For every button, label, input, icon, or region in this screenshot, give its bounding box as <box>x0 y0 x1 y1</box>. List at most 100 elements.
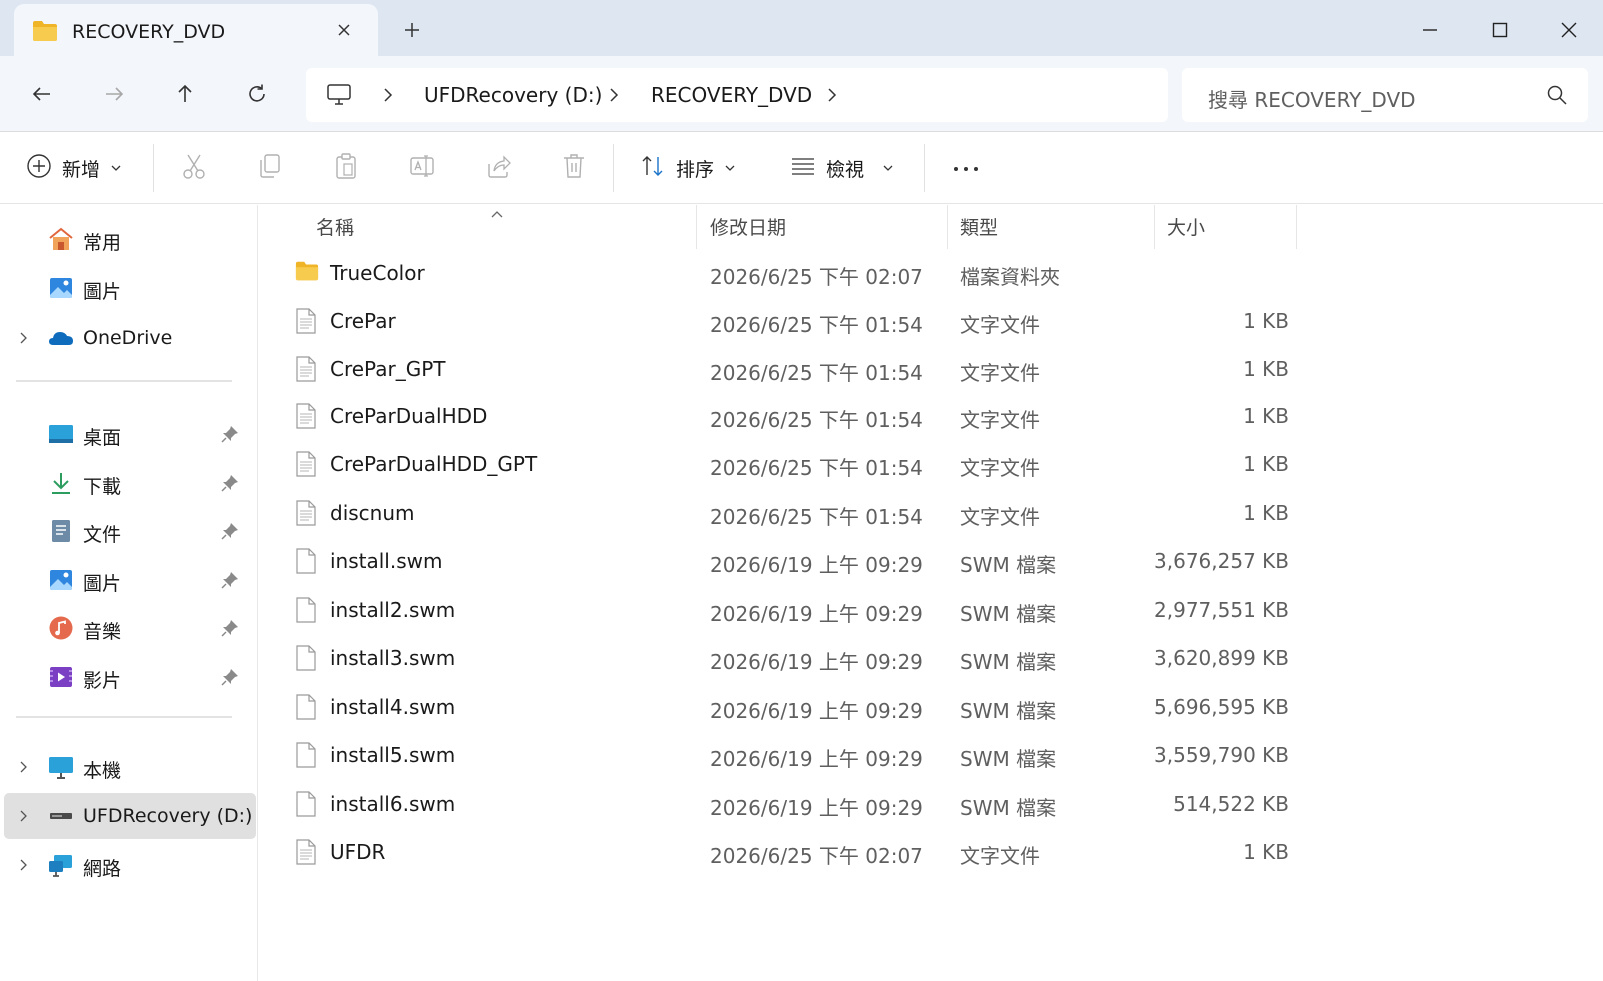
sidebar-item-network[interactable]: 網路 <box>0 842 256 888</box>
more-options-button[interactable] <box>952 150 980 186</box>
blank-file-icon <box>295 645 319 671</box>
chevron-right-icon[interactable] <box>18 329 30 347</box>
column-divider[interactable] <box>947 205 948 249</box>
minimize-icon[interactable] <box>1410 10 1450 50</box>
address-bar[interactable]: UFDRecovery (D:) RECOVERY_DVD <box>306 68 1168 122</box>
file-date: 2026/6/25 下午 01:54 <box>710 408 923 432</box>
file-row[interactable]: install2.swm 2026/6/19 上午 09:29 SWM 檔案 2,97… <box>259 586 1603 634</box>
sidebar-item-documents[interactable]: 文件 <box>0 508 256 554</box>
delete-button[interactable] <box>561 150 587 186</box>
sidebar-item-videos[interactable]: 影片 <box>0 654 256 700</box>
view-button[interactable]: 檢視 <box>790 150 894 186</box>
copy-button[interactable] <box>257 150 283 186</box>
rename-button[interactable] <box>409 150 435 186</box>
pin-icon[interactable] <box>220 618 240 638</box>
column-divider[interactable] <box>696 205 697 249</box>
chevron-right-icon[interactable] <box>18 758 30 776</box>
file-size: 1 KB <box>1243 840 1289 864</box>
sidebar-item-ufdrecovery-drive[interactable]: UFDRecovery (D:) <box>4 793 256 839</box>
blank-file-icon <box>295 597 319 623</box>
sidebar-item-desktop[interactable]: 桌面 <box>0 411 256 457</box>
file-date: 2026/6/25 下午 01:54 <box>710 456 923 480</box>
maximize-icon[interactable] <box>1480 10 1520 50</box>
pin-icon[interactable] <box>220 473 240 493</box>
back-arrow-icon[interactable] <box>24 76 60 112</box>
file-date: 2026/6/25 下午 01:54 <box>710 313 923 337</box>
computer-icon[interactable] <box>326 83 352 111</box>
sidebar-item-label: 文件 <box>83 524 122 546</box>
tab-recovery-dvd[interactable]: RECOVERY_DVD <box>14 4 378 56</box>
file-name: install5.swm <box>330 743 456 767</box>
file-date: 2026/6/25 下午 02:07 <box>710 265 923 289</box>
chevron-right-icon[interactable] <box>606 86 622 104</box>
file-type: 文字文件 <box>960 361 1040 385</box>
sidebar-item-label: 影片 <box>83 670 122 692</box>
column-divider[interactable] <box>1154 205 1155 249</box>
chevron-right-icon[interactable] <box>824 86 840 104</box>
column-header-date[interactable]: 修改日期 <box>710 213 786 240</box>
chevron-right-icon[interactable] <box>18 856 30 874</box>
column-header-type[interactable]: 類型 <box>960 213 998 240</box>
scissors-icon <box>181 152 207 184</box>
file-row[interactable]: CrePar_GPT 2026/6/25 下午 01:54 文字文件 1 KB <box>259 345 1603 393</box>
file-row[interactable]: UFDR 2026/6/25 下午 02:07 文字文件 1 KB <box>259 828 1603 876</box>
file-row[interactable]: install6.swm 2026/6/19 上午 09:29 SWM 檔案 514,… <box>259 780 1603 828</box>
forward-arrow-icon[interactable] <box>96 76 132 112</box>
close-window-icon[interactable] <box>1549 10 1589 50</box>
more-icon <box>952 159 980 178</box>
sidebar-item-label: 本機 <box>83 760 122 782</box>
file-row[interactable]: install3.swm 2026/6/19 上午 09:29 SWM 檔案 3,62… <box>259 634 1603 682</box>
refresh-icon[interactable] <box>239 76 275 112</box>
sidebar-item-onedrive[interactable]: OneDrive <box>0 315 256 361</box>
column-header-size[interactable]: 大小 <box>1167 213 1205 240</box>
navigation-pane: 常用 圖片 OneDrive 桌面 下載 文件 圖片 音樂 影片 本機 UFDR… <box>0 205 258 981</box>
breadcrumb-folder[interactable]: RECOVERY_DVD <box>651 83 812 107</box>
file-row[interactable]: discnum 2026/6/25 下午 01:54 文字文件 1 KB <box>259 489 1603 537</box>
close-tab-icon[interactable] <box>332 18 356 42</box>
file-row[interactable]: install4.swm 2026/6/19 上午 09:29 SWM 檔案 5,69… <box>259 683 1603 731</box>
file-row[interactable]: TrueColor 2026/6/25 下午 02:07 檔案資料夾 <box>259 249 1603 297</box>
sort-button[interactable]: 排序 <box>640 150 736 186</box>
column-divider[interactable] <box>1296 205 1297 249</box>
music-icon <box>48 615 74 641</box>
pin-icon[interactable] <box>220 570 240 590</box>
sidebar-item-label: 桌面 <box>83 427 122 449</box>
file-type: 文字文件 <box>960 505 1040 529</box>
sidebar-item-music[interactable]: 音樂 <box>0 605 256 651</box>
breadcrumb-drive[interactable]: UFDRecovery (D:) <box>424 83 602 107</box>
divider <box>613 144 614 192</box>
pin-icon[interactable] <box>220 667 240 687</box>
chevron-right-icon[interactable] <box>18 807 30 825</box>
share-button[interactable] <box>485 150 511 186</box>
file-row[interactable]: CreParDualHDD 2026/6/25 下午 01:54 文字文件 1 KB <box>259 392 1603 440</box>
sidebar-item-label: 圖片 <box>83 281 122 303</box>
search-box[interactable]: 搜尋 RECOVERY_DVD <box>1182 68 1588 122</box>
cut-button[interactable] <box>181 150 207 186</box>
documents-icon <box>48 518 74 544</box>
search-input[interactable]: 搜尋 RECOVERY_DVD <box>1208 84 1416 113</box>
sidebar-item-this-pc[interactable]: 本機 <box>0 744 256 790</box>
file-size: 5,696,595 KB <box>1154 695 1289 719</box>
sidebar-item-label: 網路 <box>83 858 122 880</box>
new-tab-icon[interactable] <box>400 18 424 42</box>
plus-circle-icon <box>26 153 52 183</box>
pin-icon[interactable] <box>220 424 240 444</box>
sidebar-item-pictures-pinned[interactable]: 圖片 <box>0 557 256 603</box>
file-row[interactable]: CreParDualHDD_GPT 2026/6/25 下午 01:54 文字文件 1… <box>259 440 1603 488</box>
up-arrow-icon[interactable] <box>167 76 203 112</box>
search-icon[interactable] <box>1545 83 1569 111</box>
sidebar-item-pictures[interactable]: 圖片 <box>0 265 256 311</box>
file-list: 名稱 修改日期 類型 大小 TrueColor 2026/6/25 下午 02:0… <box>259 205 1603 981</box>
file-row[interactable]: install.swm 2026/6/19 上午 09:29 SWM 檔案 3,676… <box>259 537 1603 585</box>
column-header-name[interactable]: 名稱 <box>316 213 354 240</box>
folder-icon <box>32 20 58 46</box>
sidebar-item-downloads[interactable]: 下載 <box>0 460 256 506</box>
paste-button[interactable] <box>333 150 359 186</box>
file-row[interactable]: install5.swm 2026/6/19 上午 09:29 SWM 檔案 3,55… <box>259 731 1603 779</box>
file-row[interactable]: CrePar 2026/6/25 下午 01:54 文字文件 1 KB <box>259 297 1603 345</box>
sidebar-item-home[interactable]: 常用 <box>0 216 256 262</box>
new-button[interactable]: 新增 <box>26 150 122 186</box>
chevron-right-icon[interactable] <box>380 86 396 104</box>
file-date: 2026/6/19 上午 09:29 <box>710 602 923 626</box>
pin-icon[interactable] <box>220 521 240 541</box>
